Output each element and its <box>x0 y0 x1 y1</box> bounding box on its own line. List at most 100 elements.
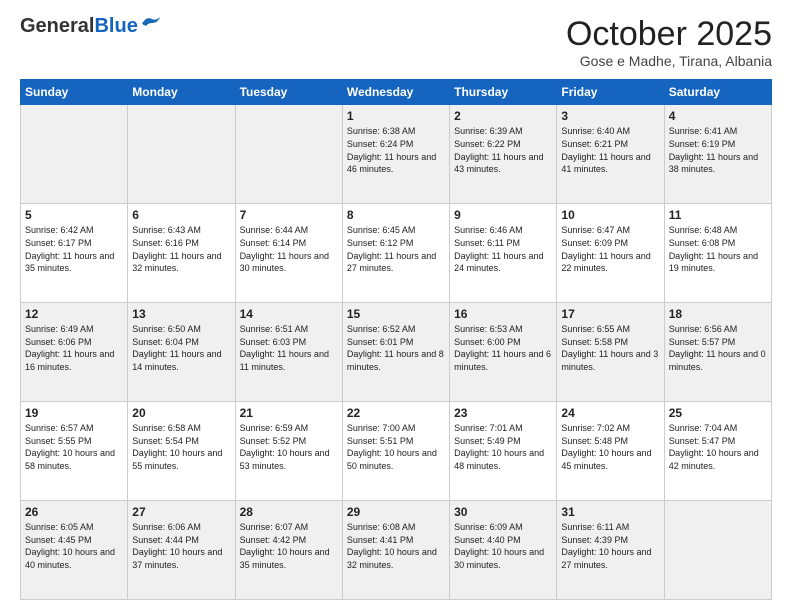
day-info: Sunrise: 6:09 AMSunset: 4:40 PMDaylight:… <box>454 521 552 571</box>
day-info: Sunrise: 6:55 AMSunset: 5:58 PMDaylight:… <box>561 323 659 373</box>
month-title: October 2025 <box>566 16 772 53</box>
day-info: Sunrise: 6:05 AMSunset: 4:45 PMDaylight:… <box>25 521 123 571</box>
day-number: 8 <box>347 208 445 222</box>
bird-icon <box>140 16 162 32</box>
day-number: 4 <box>669 109 767 123</box>
table-row: 28 Sunrise: 6:07 AMSunset: 4:42 PMDayligh… <box>235 501 342 600</box>
table-row: 26Sunrise: 6:05 AMSunset: 4:45 PMDayligh… <box>21 501 128 600</box>
day-number: 20 <box>132 406 230 420</box>
table-row: 5Sunrise: 6:42 AMSunset: 6:17 PMDaylight… <box>21 204 128 303</box>
col-thursday: Thursday <box>450 80 557 105</box>
day-info: Sunrise: 6:08 AMSunset: 4:41 PMDaylight:… <box>347 521 445 571</box>
day-number: 1 <box>347 109 445 123</box>
table-row: 12 Sunrise: 6:49 AMSunset: 6:06 PMDayligh… <box>21 303 128 402</box>
day-number: 9 <box>454 208 552 222</box>
day-info: Sunrise: 6:39 AMSunset: 6:22 PMDaylight:… <box>454 125 552 175</box>
day-info: Sunrise: 7:01 AMSunset: 5:49 PMDaylight:… <box>454 422 552 472</box>
day-number: 18 <box>669 307 767 321</box>
day-number: 19 <box>25 406 123 420</box>
col-monday: Monday <box>128 80 235 105</box>
col-wednesday: Wednesday <box>342 80 449 105</box>
col-saturday: Saturday <box>664 80 771 105</box>
day-info: Sunrise: 6:43 AMSunset: 6:16 PMDaylight:… <box>132 224 230 274</box>
day-info: Sunrise: 6:11 AMSunset: 4:39 PMDaylight:… <box>561 521 659 571</box>
day-number: 14 <box>240 307 338 321</box>
day-number: 31 <box>561 505 659 519</box>
table-row: 15 Sunrise: 6:52 AMSunset: 6:01 PMDayligh… <box>342 303 449 402</box>
day-info: Sunrise: 6:52 AMSunset: 6:01 PMDaylight:… <box>347 323 445 373</box>
day-info: Sunrise: 6:07 AMSunset: 4:42 PMDaylight:… <box>240 521 338 571</box>
table-row: 1Sunrise: 6:38 AMSunset: 6:24 PMDaylight… <box>342 105 449 204</box>
table-row: 10Sunrise: 6:47 AMSunset: 6:09 PMDayligh… <box>557 204 664 303</box>
day-number: 13 <box>132 307 230 321</box>
day-number: 27 <box>132 505 230 519</box>
table-row: 9 Sunrise: 6:46 AMSunset: 6:11 PMDaylight… <box>450 204 557 303</box>
day-number: 11 <box>669 208 767 222</box>
table-row <box>235 105 342 204</box>
table-row: 2 Sunrise: 6:39 AMSunset: 6:22 PMDaylight… <box>450 105 557 204</box>
table-row: 11 Sunrise: 6:48 AMSunset: 6:08 PMDayligh… <box>664 204 771 303</box>
table-row: 25Sunrise: 7:04 AMSunset: 5:47 PMDayligh… <box>664 402 771 501</box>
table-row: 22 Sunrise: 7:00 AMSunset: 5:51 PMDayligh… <box>342 402 449 501</box>
logo-blue-text: Blue <box>94 15 137 37</box>
day-number: 28 <box>240 505 338 519</box>
day-info: Sunrise: 6:06 AMSunset: 4:44 PMDaylight:… <box>132 521 230 571</box>
day-number: 15 <box>347 307 445 321</box>
day-info: Sunrise: 7:00 AMSunset: 5:51 PMDaylight:… <box>347 422 445 472</box>
day-info: Sunrise: 6:41 AMSunset: 6:19 PMDaylight:… <box>669 125 767 175</box>
day-number: 6 <box>132 208 230 222</box>
table-row: 19 Sunrise: 6:57 AMSunset: 5:55 PMDayligh… <box>21 402 128 501</box>
day-number: 30 <box>454 505 552 519</box>
day-info: Sunrise: 6:53 AMSunset: 6:00 PMDaylight:… <box>454 323 552 373</box>
day-info: Sunrise: 6:49 AMSunset: 6:06 PMDaylight:… <box>25 323 123 373</box>
table-row: 30 Sunrise: 6:09 AMSunset: 4:40 PMDayligh… <box>450 501 557 600</box>
day-number: 23 <box>454 406 552 420</box>
table-row: 27 Sunrise: 6:06 AMSunset: 4:44 PMDayligh… <box>128 501 235 600</box>
day-info: Sunrise: 6:51 AMSunset: 6:03 PMDaylight:… <box>240 323 338 373</box>
day-number: 22 <box>347 406 445 420</box>
day-info: Sunrise: 6:48 AMSunset: 6:08 PMDaylight:… <box>669 224 767 274</box>
table-row: 29 Sunrise: 6:08 AMSunset: 4:41 PMDayligh… <box>342 501 449 600</box>
table-row: 18 Sunrise: 6:56 AMSunset: 5:57 PMDayligh… <box>664 303 771 402</box>
calendar-week-row: 12 Sunrise: 6:49 AMSunset: 6:06 PMDayligh… <box>21 303 772 402</box>
day-number: 16 <box>454 307 552 321</box>
calendar-week-row: 1Sunrise: 6:38 AMSunset: 6:24 PMDaylight… <box>21 105 772 204</box>
table-row: 20 Sunrise: 6:58 AMSunset: 5:54 PMDayligh… <box>128 402 235 501</box>
table-row: 8 Sunrise: 6:45 AMSunset: 6:12 PMDaylight… <box>342 204 449 303</box>
day-number: 3 <box>561 109 659 123</box>
day-number: 7 <box>240 208 338 222</box>
day-info: Sunrise: 6:58 AMSunset: 5:54 PMDaylight:… <box>132 422 230 472</box>
day-info: Sunrise: 6:44 AMSunset: 6:14 PMDaylight:… <box>240 224 338 274</box>
page: GeneralBlue October 2025 Gose e Madhe, T… <box>0 0 792 612</box>
table-row: 23 Sunrise: 7:01 AMSunset: 5:49 PMDayligh… <box>450 402 557 501</box>
table-row <box>664 501 771 600</box>
calendar-week-row: 26Sunrise: 6:05 AMSunset: 4:45 PMDayligh… <box>21 501 772 600</box>
day-number: 29 <box>347 505 445 519</box>
day-number: 2 <box>454 109 552 123</box>
table-row: 6 Sunrise: 6:43 AMSunset: 6:16 PMDaylight… <box>128 204 235 303</box>
day-info: Sunrise: 6:40 AMSunset: 6:21 PMDaylight:… <box>561 125 659 175</box>
table-row: 14 Sunrise: 6:51 AMSunset: 6:03 PMDayligh… <box>235 303 342 402</box>
col-tuesday: Tuesday <box>235 80 342 105</box>
day-info: Sunrise: 6:50 AMSunset: 6:04 PMDaylight:… <box>132 323 230 373</box>
day-number: 24 <box>561 406 659 420</box>
day-number: 12 <box>25 307 123 321</box>
day-info: Sunrise: 6:57 AMSunset: 5:55 PMDaylight:… <box>25 422 123 472</box>
day-info: Sunrise: 6:46 AMSunset: 6:11 PMDaylight:… <box>454 224 552 274</box>
calendar-week-row: 19 Sunrise: 6:57 AMSunset: 5:55 PMDayligh… <box>21 402 772 501</box>
day-number: 25 <box>669 406 767 420</box>
table-row: 21Sunrise: 6:59 AMSunset: 5:52 PMDayligh… <box>235 402 342 501</box>
table-row: 16 Sunrise: 6:53 AMSunset: 6:00 PMDayligh… <box>450 303 557 402</box>
calendar-week-row: 5Sunrise: 6:42 AMSunset: 6:17 PMDaylight… <box>21 204 772 303</box>
table-row: 4 Sunrise: 6:41 AMSunset: 6:19 PMDaylight… <box>664 105 771 204</box>
day-info: Sunrise: 6:59 AMSunset: 5:52 PMDaylight:… <box>240 422 338 472</box>
table-row: 24Sunrise: 7:02 AMSunset: 5:48 PMDayligh… <box>557 402 664 501</box>
day-info: Sunrise: 6:45 AMSunset: 6:12 PMDaylight:… <box>347 224 445 274</box>
calendar-header-row: Sunday Monday Tuesday Wednesday Thursday… <box>21 80 772 105</box>
header: GeneralBlue October 2025 Gose e Madhe, T… <box>20 16 772 69</box>
table-row: 13 Sunrise: 6:50 AMSunset: 6:04 PMDayligh… <box>128 303 235 402</box>
day-info: Sunrise: 6:56 AMSunset: 5:57 PMDaylight:… <box>669 323 767 373</box>
col-sunday: Sunday <box>21 80 128 105</box>
day-number: 17 <box>561 307 659 321</box>
col-friday: Friday <box>557 80 664 105</box>
